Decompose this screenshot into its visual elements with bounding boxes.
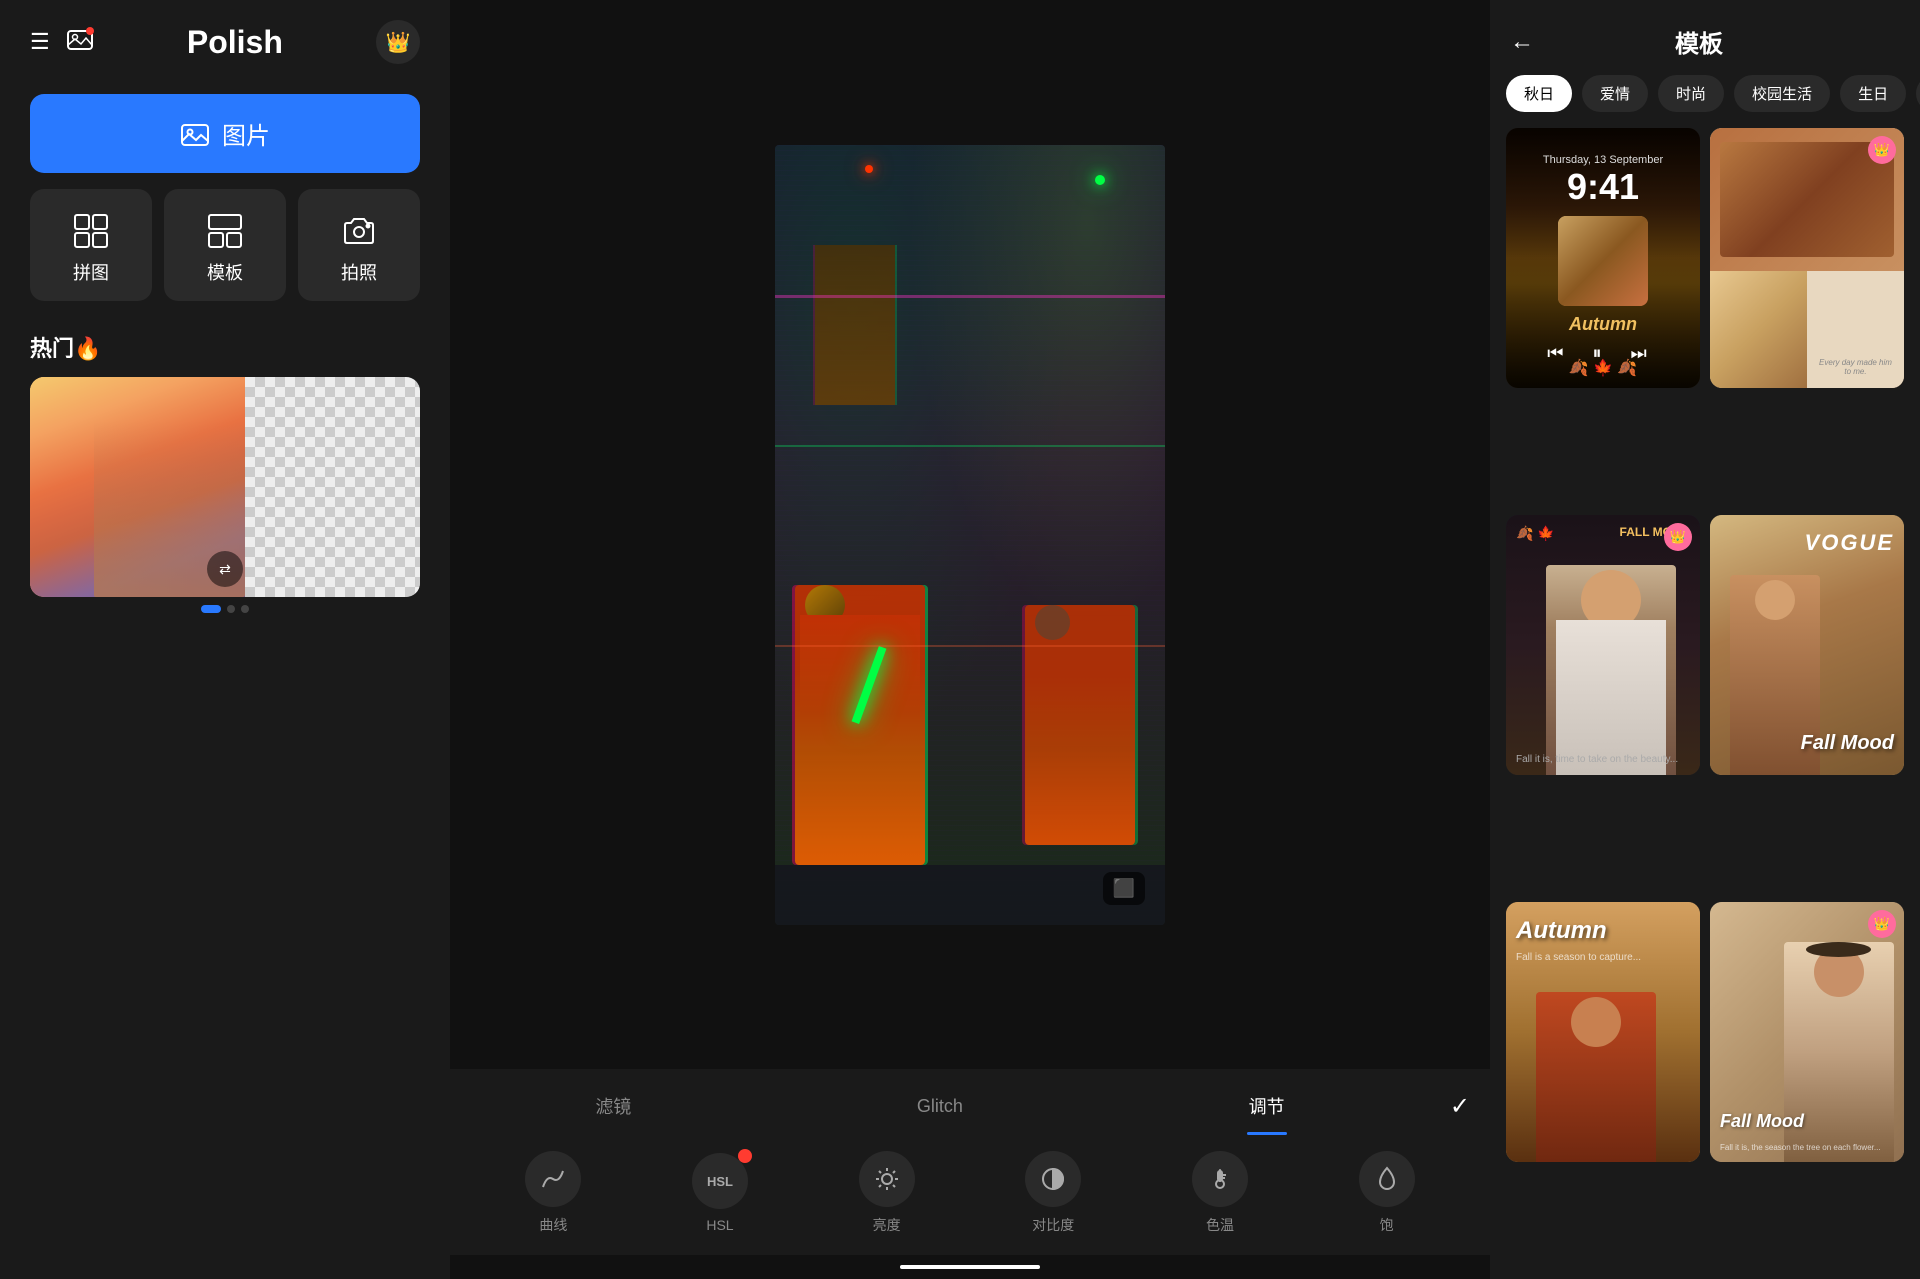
t6-subtitle: Fall it is, the season the tree on each …: [1720, 1143, 1881, 1152]
camera-button[interactable]: 拍照: [298, 189, 420, 301]
app-title: Polish: [110, 24, 360, 61]
dot-3: [241, 605, 249, 613]
corner-badge[interactable]: ⬛: [1103, 872, 1145, 905]
t4-vogue: VOGUE: [1805, 530, 1894, 556]
app-header: ☰ Polish 👑: [20, 0, 430, 84]
template-label: 模板: [207, 259, 243, 285]
cat-birthday[interactable]: 生日: [1840, 75, 1906, 112]
tab-bar: 滤镜 Glitch 调节 ✓: [450, 1069, 1490, 1135]
cat-love[interactable]: 爱情: [1582, 75, 1648, 112]
t1-time: 9:41: [1567, 166, 1639, 208]
tool-brightness[interactable]: 亮度: [859, 1151, 915, 1235]
t4-text: Fall Mood: [1801, 732, 1894, 755]
template-1[interactable]: Thursday, 13 September 9:41 Autumn ⏮ ⏸ ⏭…: [1506, 128, 1700, 388]
t2-crown: 👑: [1868, 136, 1896, 164]
tool-hsl[interactable]: HSL HSL: [692, 1153, 748, 1233]
image-container: ⬛: [450, 0, 1490, 1069]
t1-song: Autumn: [1569, 314, 1637, 335]
hsl-icon: HSL: [692, 1153, 748, 1209]
t6-crown: 👑: [1868, 910, 1896, 938]
dot-1: [201, 605, 221, 613]
t5-person: [1536, 992, 1656, 1162]
left-panel: ☰ Polish 👑 图片: [0, 0, 450, 1279]
t5-subtitle: Fall is a season to capture...: [1516, 952, 1641, 963]
t3-crown: 👑: [1664, 523, 1692, 551]
t3-inner: 🍂 🍁 FALL MOOD Fall it is, time to take o…: [1506, 515, 1700, 775]
tool-curve[interactable]: 曲线: [525, 1151, 581, 1235]
t5-text: Autumn: [1516, 917, 1607, 945]
red-light: [865, 165, 873, 173]
contrast-label: 对比度: [1032, 1215, 1074, 1235]
preview-badge: ⇄: [207, 551, 243, 587]
tab-glitch[interactable]: Glitch: [777, 1088, 1104, 1125]
dot-indicator: [30, 597, 420, 621]
cat-campus[interactable]: 校园生活: [1734, 75, 1830, 112]
figure-3: [815, 245, 895, 405]
tool-saturation[interactable]: 饱: [1359, 1151, 1415, 1235]
hot-preview[interactable]: ⇄: [30, 377, 420, 597]
right-header: ← 模板: [1490, 0, 1920, 75]
t2-text: Every day made him to me.: [1815, 354, 1896, 380]
template-4[interactable]: VOGUE Fall Mood: [1710, 515, 1904, 775]
image-button[interactable]: 图片: [30, 94, 420, 173]
figure-1: [795, 585, 925, 865]
puzzle-label: 拼图: [73, 259, 109, 285]
t3-text: Fall it is, time to take on the beauty..…: [1516, 754, 1678, 765]
hot-title: 热门🔥: [30, 331, 420, 363]
tab-adjust[interactable]: 调节: [1103, 1085, 1430, 1127]
templates-grid: Thursday, 13 September 9:41 Autumn ⏮ ⏸ ⏭…: [1490, 128, 1920, 1279]
right-title: 模板: [1550, 24, 1848, 59]
t2-inner: Every day made him to me.: [1710, 128, 1904, 388]
t1-date: Thursday, 13 September: [1543, 154, 1663, 166]
saturation-icon: [1359, 1151, 1415, 1207]
brightness-icon: [859, 1151, 915, 1207]
t1-photo: [1558, 216, 1648, 306]
center-panel: ⬛ 滤镜 Glitch 调节 ✓ 曲线 HSL HSL: [450, 0, 1490, 1279]
figure-2: [1025, 605, 1135, 845]
brightness-label: 亮度: [873, 1215, 901, 1235]
hsl-label: HSL: [706, 1217, 733, 1233]
template-5[interactable]: Autumn Fall is a season to capture...: [1506, 902, 1700, 1162]
green-light: [1095, 175, 1105, 185]
confirm-button[interactable]: ✓: [1430, 1092, 1490, 1121]
cat-autumn[interactable]: 秋日: [1506, 75, 1572, 112]
t2-bottom: Every day made him to me.: [1710, 271, 1904, 388]
dot-2: [227, 605, 235, 613]
saturation-label: 饱: [1380, 1215, 1394, 1235]
hot-section: 热门🔥 ⇄: [20, 321, 430, 621]
temperature-label: 色温: [1206, 1215, 1234, 1235]
temperature-icon: [1192, 1151, 1248, 1207]
image-label: 图片: [222, 116, 270, 151]
main-image: ⬛: [775, 145, 1165, 925]
tab-filters[interactable]: 滤镜: [450, 1085, 777, 1127]
puzzle-button[interactable]: 拼图: [30, 189, 152, 301]
bottom-bar: [900, 1265, 1040, 1269]
template-button[interactable]: 模板: [164, 189, 286, 301]
t1-leaves: 🍂 🍁 🍂: [1506, 358, 1700, 378]
tool-contrast[interactable]: 对比度: [1025, 1151, 1081, 1235]
hsl-badge: [738, 1149, 752, 1163]
curve-label: 曲线: [539, 1215, 567, 1235]
template-6[interactable]: Fall Mood Fall it is, the season the tre…: [1710, 902, 1904, 1162]
logo-icon: [66, 25, 94, 59]
t3-emoji-top: 🍂 🍁: [1516, 525, 1555, 542]
template-3[interactable]: 🍂 🍁 FALL MOOD Fall it is, time to take o…: [1506, 515, 1700, 775]
contrast-icon: [1025, 1151, 1081, 1207]
tool-temperature[interactable]: 色温: [1192, 1151, 1248, 1235]
grid-buttons: 拼图 模板 拍照: [20, 189, 430, 301]
menu-icon[interactable]: ☰: [30, 29, 50, 55]
template-2[interactable]: Every day made him to me. 👑: [1710, 128, 1904, 388]
right-panel: ← 模板 秋日 爱情 时尚 校园生活 生日 赛场 Thursday, 13 Se…: [1490, 0, 1920, 1279]
category-bar: 秋日 爱情 时尚 校园生活 生日 赛场: [1490, 75, 1920, 128]
t6-text: Fall Mood: [1720, 1111, 1804, 1132]
back-button[interactable]: ←: [1510, 28, 1534, 56]
cat-fashion[interactable]: 时尚: [1658, 75, 1724, 112]
crown-button[interactable]: 👑: [376, 20, 420, 64]
hot-image-right: [245, 377, 421, 597]
curve-icon: [525, 1151, 581, 1207]
camera-label: 拍照: [341, 259, 377, 285]
cat-race[interactable]: 赛场: [1916, 75, 1920, 112]
tool-bar: 曲线 HSL HSL: [450, 1135, 1490, 1255]
